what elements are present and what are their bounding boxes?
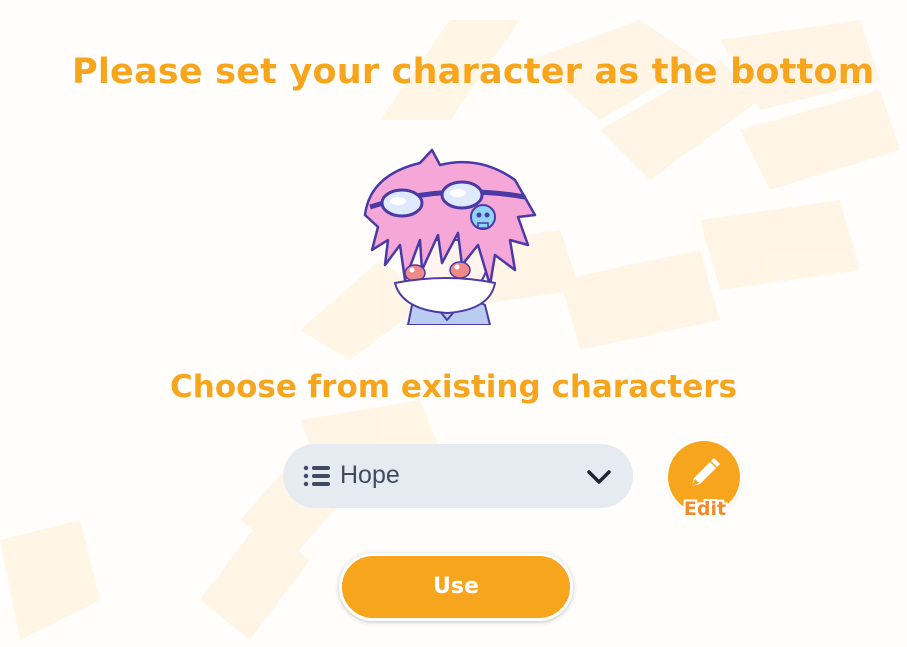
character-select-dropdown[interactable]: Hope — [283, 444, 633, 508]
section-subtitle: Choose from existing characters — [170, 369, 737, 405]
page-title: Please set your character as the bottom — [72, 52, 875, 92]
chevron-down-icon — [587, 470, 611, 484]
edit-button-label: Edit — [683, 498, 727, 520]
list-icon — [303, 465, 330, 487]
selected-character-value: Hope — [340, 461, 400, 489]
pencil-icon — [692, 458, 720, 486]
character-avatar-image — [363, 148, 537, 325]
character-setup-page: Please set your character as the bottom … — [0, 0, 907, 647]
edit-character-button[interactable]: Edit — [666, 440, 744, 522]
use-button[interactable]: Use — [339, 553, 573, 621]
